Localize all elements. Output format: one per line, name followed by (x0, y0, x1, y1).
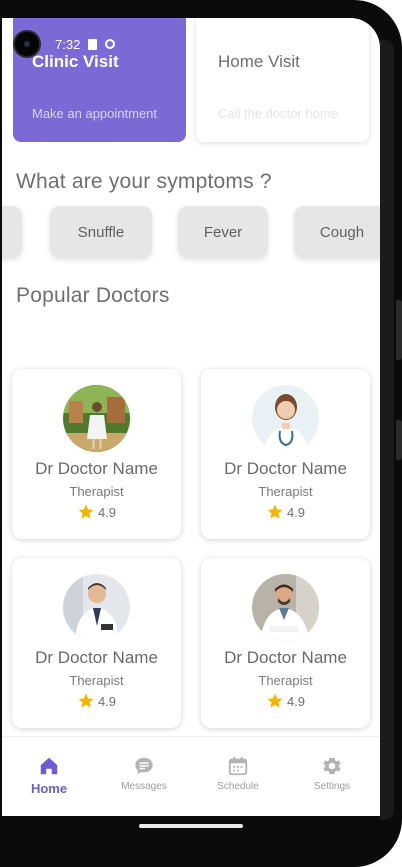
rating-value: 4.9 (286, 504, 306, 520)
app-screen: Clinic Visit Make an appointment Home Vi… (2, 18, 380, 816)
doctor-role: Therapist (69, 673, 124, 688)
doctor-avatar (63, 385, 130, 452)
rating-value: 4.9 (97, 504, 117, 520)
nav-settings-label: Settings (313, 781, 351, 792)
home-visit-subtitle: Call the doctor home (218, 106, 338, 121)
home-indicator[interactable] (139, 824, 243, 828)
rating-value: 4.9 (286, 693, 306, 709)
nav-schedule-label: Schedule (217, 781, 259, 792)
nav-home[interactable]: Home (9, 755, 89, 796)
doctor-name: Dr Doctor Name (224, 459, 347, 478)
symptom-chip-snuffle[interactable]: Snuffle (50, 206, 152, 258)
sim-icon (88, 38, 98, 50)
home-icon (40, 757, 58, 775)
doctor-role: Therapist (69, 484, 124, 499)
power-button (396, 420, 402, 460)
doctor-rating: 4.9 (12, 503, 181, 521)
nav-schedule[interactable]: Schedule (198, 755, 278, 792)
doctor-card[interactable]: Dr Doctor Name Therapist 4.9 (201, 369, 370, 539)
doctor-avatar (63, 574, 130, 641)
doctor-name: Dr Doctor Name (35, 459, 158, 478)
symptom-chip-cough[interactable]: Cough (294, 206, 380, 258)
symptom-chip-partial[interactable] (2, 206, 22, 258)
clinic-visit-title: Clinic Visit (32, 52, 119, 71)
doctor-avatar (252, 385, 319, 452)
doctor-card[interactable]: Dr Doctor Name Therapist 4.9 (12, 369, 181, 539)
popular-doctors-heading: Popular Doctors (16, 284, 170, 307)
doctor-name: Dr Doctor Name (35, 648, 158, 667)
star-icon (78, 693, 94, 708)
home-visit-card[interactable]: Home Visit Call the doctor home (196, 18, 369, 142)
doctor-name: Dr Doctor Name (224, 648, 347, 667)
calendar-icon (228, 756, 248, 776)
doctor-card[interactable]: Dr Doctor Name Therapist 4.9 (201, 558, 370, 728)
volume-button (396, 300, 402, 360)
front-camera (13, 30, 41, 58)
doctor-rating: 4.9 (201, 692, 370, 710)
device-frame: 7:32 Clinic Visit Make an appointment Ho… (0, 0, 402, 867)
doctor-card[interactable]: Dr Doctor Name Therapist 4.9 (12, 558, 181, 728)
home-visit-title: Home Visit (218, 52, 300, 71)
rating-value: 4.9 (97, 693, 117, 709)
star-icon (78, 504, 94, 519)
star-icon (267, 504, 283, 519)
symptom-chip-fever[interactable]: Fever (178, 206, 268, 258)
gear-icon (323, 758, 341, 774)
status-bar: 7:32 (55, 36, 116, 52)
nav-home-label: Home (30, 781, 68, 796)
clinic-visit-subtitle: Make an appointment (32, 106, 158, 121)
bottom-navigation: Home Messages Schedule Settings (2, 736, 380, 816)
doctor-rating: 4.9 (12, 692, 181, 710)
status-time: 7:32 (55, 36, 81, 52)
doctor-avatar (252, 574, 319, 641)
nav-messages-label: Messages (121, 781, 167, 792)
star-icon (267, 693, 283, 708)
doctor-role: Therapist (258, 673, 313, 688)
phone-edge (380, 40, 394, 820)
sync-icon (105, 39, 116, 49)
doctor-rating: 4.9 (201, 503, 370, 521)
nav-settings[interactable]: Settings (292, 755, 372, 792)
doctor-role: Therapist (258, 484, 313, 499)
symptoms-heading: What are your symptoms ? (16, 170, 272, 193)
chat-icon (135, 757, 153, 775)
nav-messages[interactable]: Messages (104, 755, 184, 792)
